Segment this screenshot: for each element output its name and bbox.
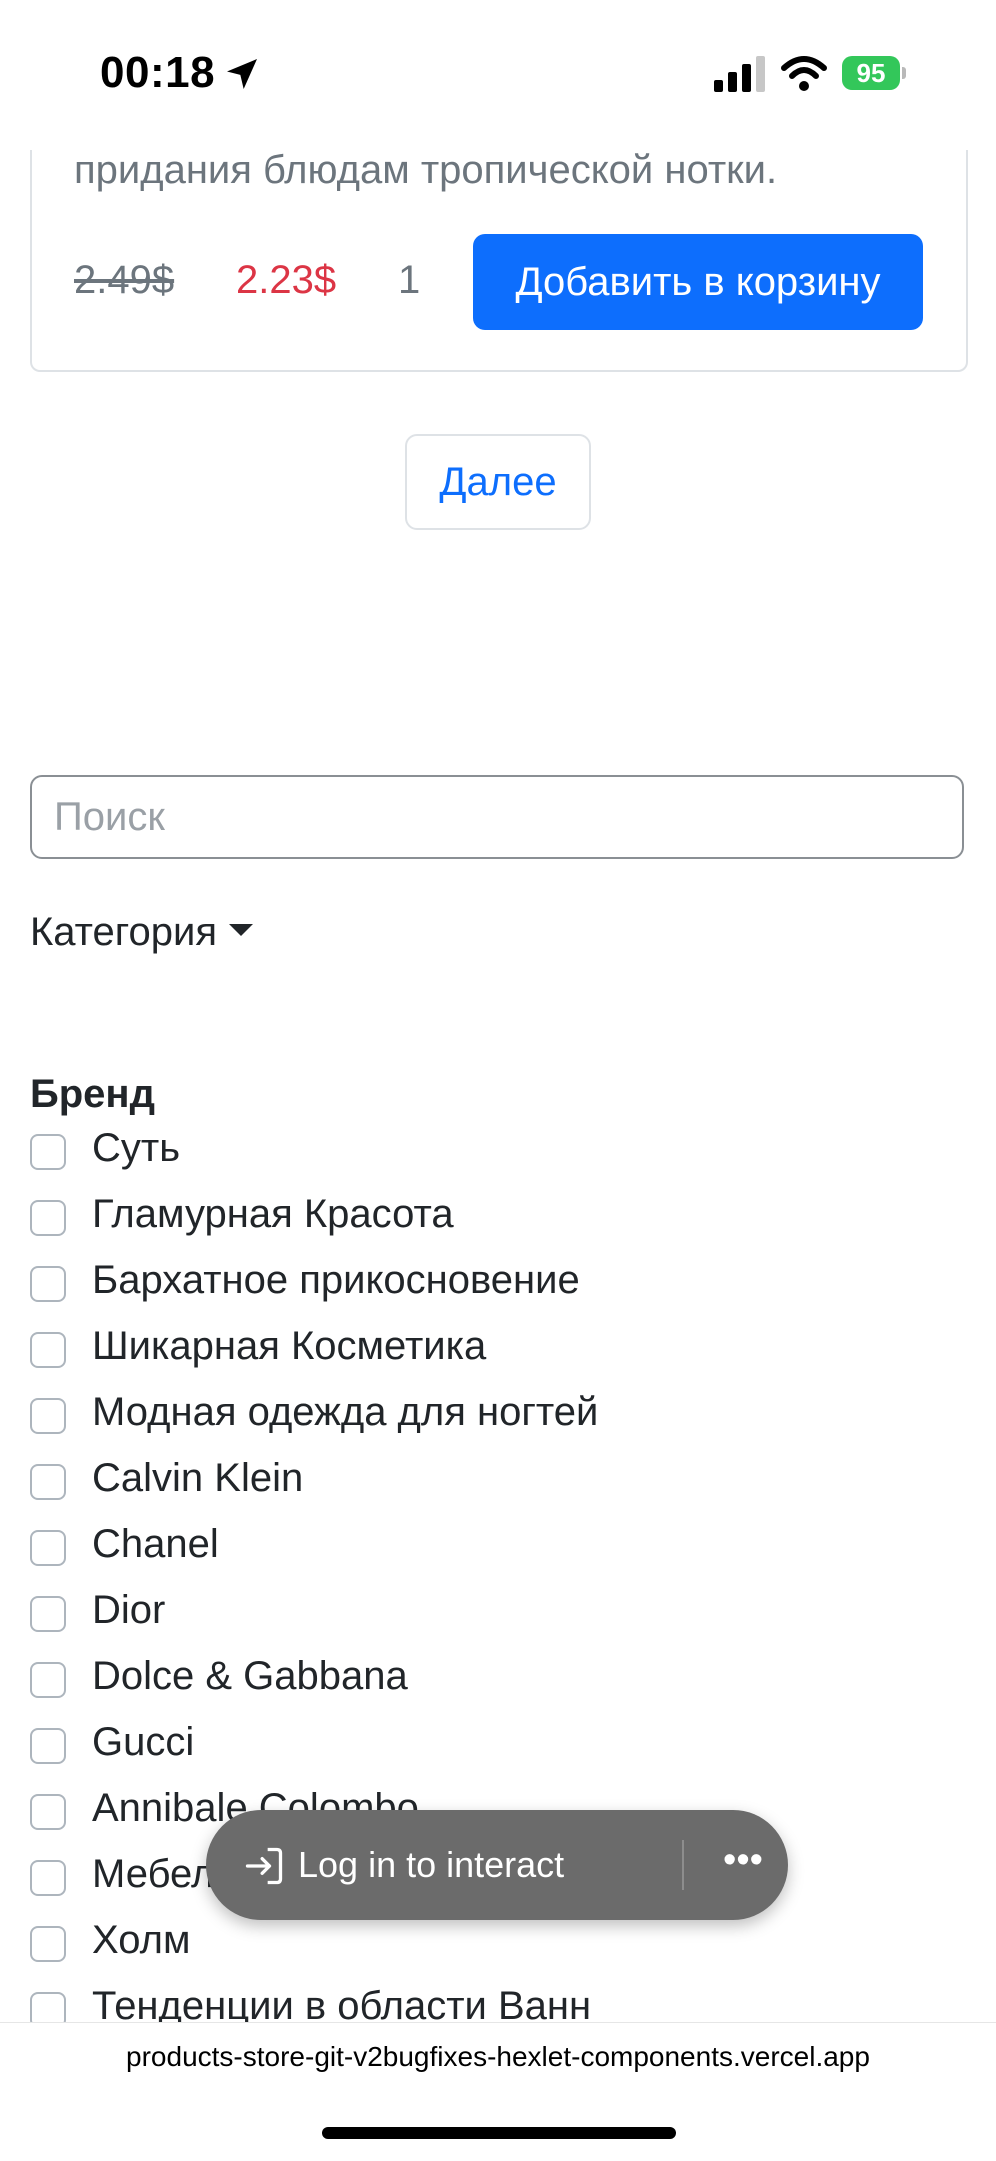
brand-checkbox[interactable]	[30, 1728, 66, 1764]
brand-label: Dolce & Gabbana	[92, 1654, 408, 1698]
brand-filter-title: Бренд	[30, 1072, 155, 1116]
brand-option[interactable]: Calvin Klein	[30, 1452, 930, 1518]
brand-checkbox[interactable]	[30, 1530, 66, 1566]
new-price: 2.23$	[236, 258, 337, 302]
brand-checkbox[interactable]	[30, 1464, 66, 1500]
brand-option[interactable]: Gucci	[30, 1716, 930, 1782]
status-bar: 00:18 95	[0, 0, 996, 150]
login-label[interactable]: Log in to interact	[298, 1844, 564, 1886]
brand-option[interactable]: Бархатное прикосновение	[30, 1254, 930, 1320]
brand-label: Chanel	[92, 1522, 219, 1566]
brand-label: Модная одежда для ногтей	[92, 1390, 599, 1434]
brand-option[interactable]: Холм	[30, 1914, 930, 1980]
brand-option[interactable]: Суть	[30, 1122, 930, 1188]
divider	[682, 1840, 684, 1890]
url-text[interactable]: products-store-git-v2bugfixes-hexlet-com…	[0, 2041, 996, 2073]
brand-label: Суть	[92, 1126, 181, 1170]
wifi-icon	[781, 56, 827, 91]
clock: 00:18	[100, 48, 216, 97]
brand-checkbox[interactable]	[30, 1398, 66, 1434]
caret-down-icon	[229, 924, 253, 937]
brand-label: Бархатное прикосновение	[92, 1258, 580, 1302]
brand-checkbox[interactable]	[30, 1266, 66, 1302]
brand-option[interactable]: Dolce & Gabbana	[30, 1650, 930, 1716]
brand-checkbox[interactable]	[30, 1596, 66, 1632]
location-arrow-icon	[227, 59, 257, 89]
home-indicator	[322, 2127, 676, 2139]
brand-checkbox[interactable]	[30, 1794, 66, 1830]
browser-url-bar[interactable]: products-store-git-v2bugfixes-hexlet-com…	[0, 2022, 996, 2161]
quantity-value: 1	[398, 258, 421, 302]
brand-label: Шикарная Косметика	[92, 1324, 487, 1368]
brand-checkbox[interactable]	[30, 1860, 66, 1896]
product-description: придания блюдам тропической нотки.	[74, 148, 778, 192]
ellipsis-icon[interactable]: •••	[718, 1840, 768, 1890]
brand-label: Dior	[92, 1588, 166, 1632]
category-label: Категория	[30, 910, 217, 954]
add-to-cart-button[interactable]: Добавить в корзину	[473, 234, 923, 330]
brand-label: Холм	[92, 1918, 191, 1962]
battery-cap	[902, 67, 906, 79]
brand-checkbox[interactable]	[30, 1662, 66, 1698]
battery-icon: 95	[842, 56, 906, 90]
login-icon	[245, 1847, 283, 1885]
cellular-signal-icon	[714, 56, 765, 92]
next-page-button[interactable]: Далее	[405, 434, 591, 530]
brand-option[interactable]: Модная одежда для ногтей	[30, 1386, 930, 1452]
brand-checkbox[interactable]	[30, 1200, 66, 1236]
old-price: 2.49$	[74, 258, 175, 302]
brand-checkbox[interactable]	[30, 1926, 66, 1962]
brand-option[interactable]: Chanel	[30, 1518, 930, 1584]
brand-checkbox[interactable]	[30, 1134, 66, 1170]
category-dropdown[interactable]: Категория	[30, 910, 253, 955]
battery-level: 95	[842, 56, 900, 90]
brand-label: Gucci	[92, 1720, 195, 1764]
brand-label: Гламурная Красота	[92, 1192, 454, 1236]
search-input[interactable]	[30, 775, 964, 859]
brand-option[interactable]: Dior	[30, 1584, 930, 1650]
brand-checkbox[interactable]	[30, 1332, 66, 1368]
brand-option[interactable]: Гламурная Красота	[30, 1188, 930, 1254]
brand-label: Calvin Klein	[92, 1456, 304, 1500]
brand-option[interactable]: Шикарная Косметика	[30, 1320, 930, 1386]
login-overlay[interactable]: Log in to interact •••	[206, 1810, 788, 1920]
